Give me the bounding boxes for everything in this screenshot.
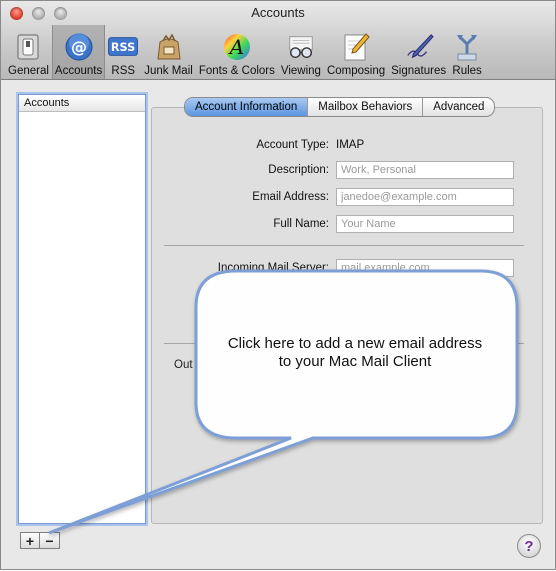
- toolbar-junk-mail-label: Junk Mail: [144, 65, 193, 77]
- email-address-field[interactable]: janedoe@example.com: [336, 188, 514, 206]
- svg-text:A: A: [228, 35, 244, 59]
- preferences-toolbar: General @ Accounts RSS RSS Junk Mail A F…: [5, 25, 485, 79]
- signature-pen-icon: [404, 32, 434, 62]
- incoming-server-row: Incoming Mail Server: mail.example.com: [151, 259, 541, 279]
- toolbar-rss-label: RSS: [111, 65, 136, 77]
- toolbar-general[interactable]: General: [5, 25, 52, 79]
- email-row: Email Address: janedoe@example.com: [151, 188, 541, 208]
- account-tabs: Account Information Mailbox Behaviors Ad…: [184, 97, 496, 117]
- accounts-pane: Accounts + − Account Information Mailbox…: [1, 80, 555, 569]
- description-field[interactable]: Work, Personal: [336, 161, 514, 179]
- rss-icon: RSS: [108, 32, 139, 62]
- incoming-server-field[interactable]: mail.example.com: [336, 259, 514, 277]
- svg-text:@: @: [71, 38, 87, 57]
- toolbar-signatures-label: Signatures: [391, 65, 447, 77]
- description-label: Description:: [268, 164, 329, 176]
- tab-account-information[interactable]: Account Information: [185, 98, 309, 116]
- account-type-value: IMAP: [336, 139, 365, 151]
- section-divider: [164, 245, 524, 246]
- full-name-field[interactable]: Your Name: [336, 215, 514, 233]
- at-sign-icon: @: [64, 32, 94, 62]
- general-switch-icon: [13, 32, 43, 62]
- junk-mail-bag-icon: [154, 32, 184, 62]
- callout-text: Click here to add a new email address to…: [205, 335, 505, 371]
- toolbar-signatures[interactable]: Signatures: [388, 25, 449, 79]
- toolbar-viewing[interactable]: Viewing: [278, 25, 324, 79]
- fonts-colors-icon: A: [222, 32, 252, 62]
- add-account-button[interactable]: +: [20, 532, 40, 549]
- tab-mailbox-behaviors[interactable]: Mailbox Behaviors: [308, 98, 424, 116]
- accounts-list-header: Accounts: [19, 95, 145, 112]
- tab-advanced[interactable]: Advanced: [423, 98, 494, 116]
- toolbar-rules-label: Rules: [452, 65, 482, 77]
- toolbar-accounts[interactable]: @ Accounts: [51, 25, 106, 79]
- title-bar: Accounts General @ Accounts RSS RSS Junk…: [1, 1, 555, 80]
- full-name-row: Full Name: Your Name: [151, 215, 541, 235]
- callout-line-2: to your Mac Mail Client: [278, 353, 432, 370]
- toolbar-composing[interactable]: Composing: [324, 25, 388, 79]
- full-name-label: Full Name:: [273, 218, 329, 230]
- description-row: Description: Work, Personal: [151, 161, 541, 181]
- rules-arrows-icon: [452, 32, 482, 62]
- outgoing-server-label-partial: Out: [174, 359, 193, 371]
- svg-text:RSS: RSS: [111, 41, 135, 54]
- toolbar-general-label: General: [8, 65, 49, 77]
- toolbar-fonts-colors[interactable]: A Fonts & Colors: [196, 25, 278, 79]
- preferences-window: Accounts General @ Accounts RSS RSS Junk…: [0, 0, 556, 570]
- composing-pencil-icon: [341, 32, 371, 62]
- account-type-row: Account Type: IMAP: [151, 136, 541, 156]
- toolbar-accounts-label: Accounts: [54, 65, 103, 77]
- toolbar-junk-mail[interactable]: Junk Mail: [141, 25, 196, 79]
- window-title: Accounts: [251, 5, 305, 20]
- toolbar-rss[interactable]: RSS RSS: [105, 25, 141, 79]
- incoming-server-label: Incoming Mail Server:: [217, 262, 329, 274]
- toolbar-fonts-colors-label: Fonts & Colors: [198, 65, 275, 77]
- toolbar-viewing-label: Viewing: [280, 65, 321, 77]
- toolbar-composing-label: Composing: [326, 65, 386, 77]
- remove-account-button[interactable]: −: [40, 532, 60, 549]
- viewing-glasses-icon: [286, 32, 316, 62]
- account-type-label: Account Type:: [256, 139, 329, 151]
- email-address-label: Email Address:: [252, 191, 329, 203]
- callout-line-1: Click here to add a new email address: [227, 335, 483, 352]
- accounts-list[interactable]: Accounts: [18, 94, 146, 524]
- account-buttons: + −: [20, 532, 60, 549]
- toolbar-rules[interactable]: Rules: [449, 25, 485, 79]
- help-button[interactable]: ?: [517, 534, 541, 558]
